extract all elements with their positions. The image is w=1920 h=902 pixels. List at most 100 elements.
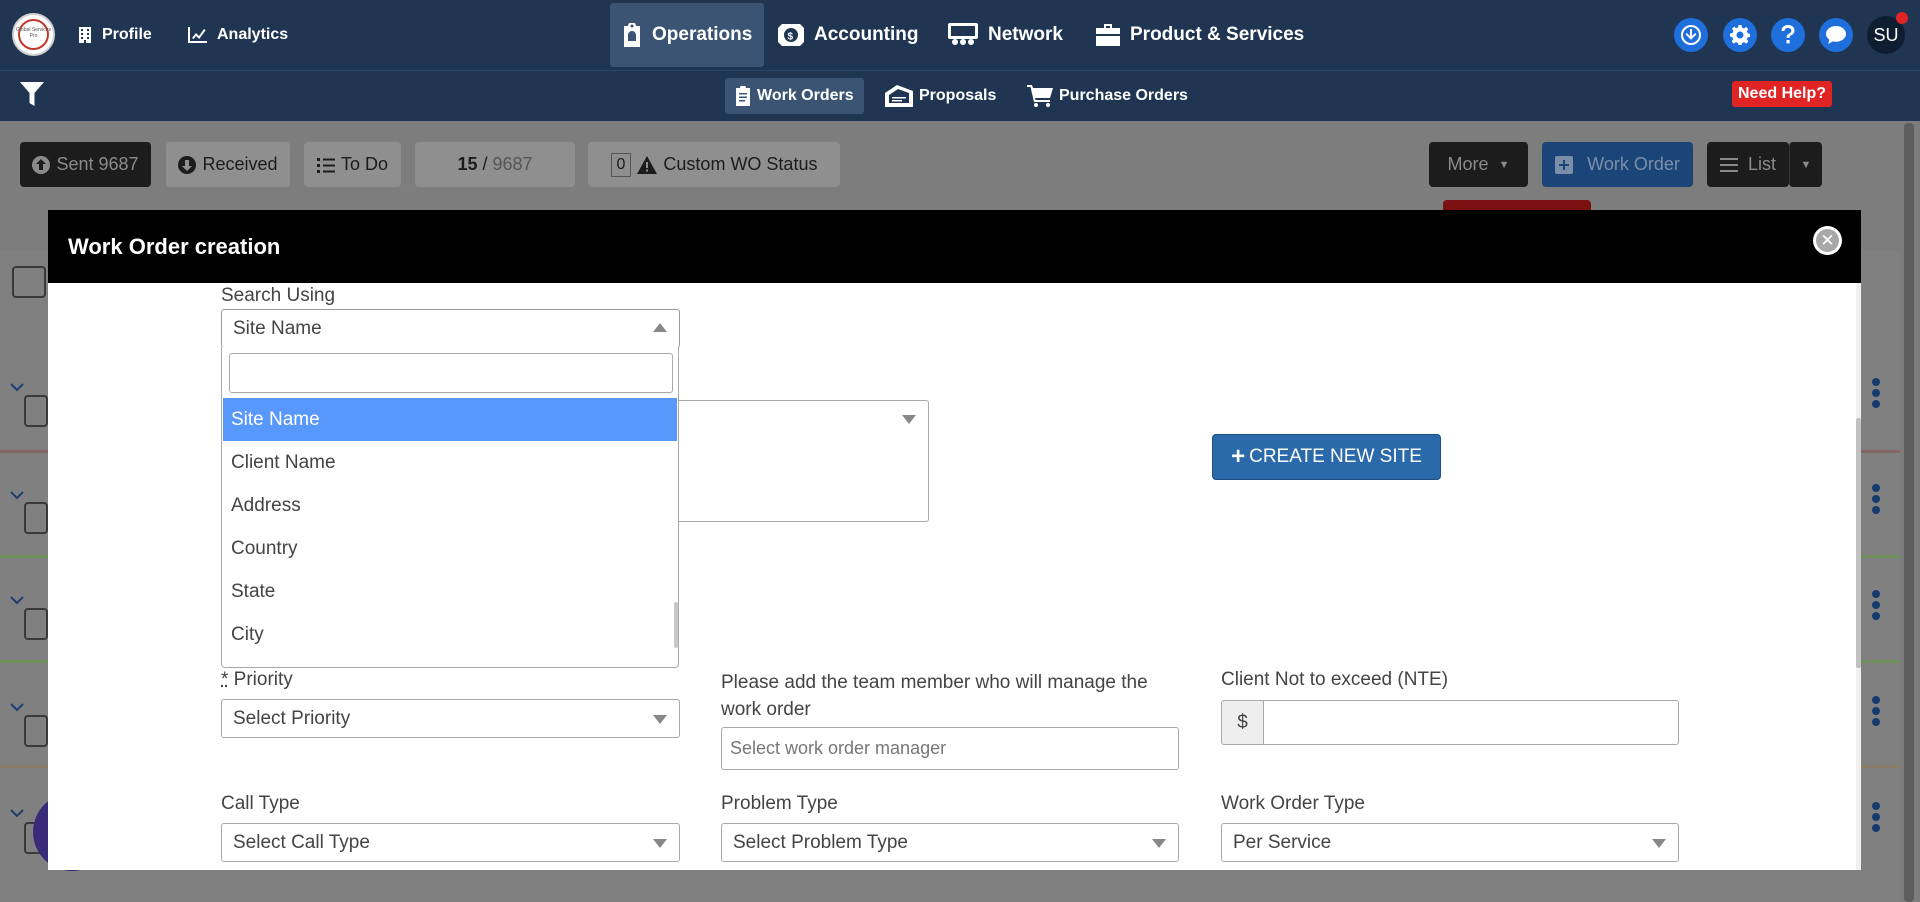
nav-profile[interactable]: Profile <box>78 0 152 70</box>
create-new-site-button[interactable]: + CREATE NEW SITE <box>1212 434 1441 480</box>
list-view-caret[interactable]: ▼ <box>1789 142 1822 187</box>
problem-type-label: Problem Type <box>721 793 838 814</box>
row-checkbox[interactable] <box>24 395 48 427</box>
search-using-select[interactable]: Site Name <box>221 309 680 348</box>
modal-title: Work Order creation <box>68 234 281 259</box>
work-order-clipboard-icon <box>736 86 750 106</box>
call-type-label: Call Type <box>221 793 300 814</box>
priority-select[interactable]: Select Priority <box>221 699 680 738</box>
chat-bubble-icon <box>1826 26 1846 44</box>
close-icon: ✕ <box>1816 229 1839 252</box>
download-icon <box>1681 25 1701 45</box>
priority-label: * Priority <box>221 669 293 690</box>
top-nav-bar: Global Services Pro Profile Analytics Op… <box>0 0 1920 70</box>
row-actions-icon[interactable] <box>1872 378 1880 411</box>
work-order-creation-modal: Work Order creation ✕ Search Using Site … <box>48 210 1861 870</box>
nte-label: Client Not to exceed (NTE) <box>1221 669 1449 690</box>
dropdown-option-city[interactable]: City <box>223 613 677 656</box>
briefcase-icon <box>1096 24 1120 46</box>
question-icon <box>1781 25 1795 44</box>
received-filter-button[interactable]: Received <box>166 142 290 187</box>
modal-header: Work Order creation ✕ <box>48 210 1861 283</box>
sent-filter-button[interactable]: Sent 9687 <box>20 142 151 187</box>
chevron-down-icon[interactable] <box>10 488 24 502</box>
dropdown-option-site-name[interactable]: Site Name <box>223 398 677 441</box>
nte-input[interactable] <box>1263 700 1679 745</box>
row-actions-icon[interactable] <box>1872 484 1880 517</box>
chevron-down-icon[interactable] <box>10 593 24 607</box>
caret-down-icon <box>1152 839 1166 848</box>
gear-icon <box>1730 25 1750 45</box>
custom-wo-status-button[interactable]: 0 Custom WO Status <box>588 142 840 187</box>
modal-close-button[interactable]: ✕ <box>1813 226 1842 255</box>
network-icon <box>948 23 978 45</box>
search-using-dropdown: Site Name Client Name Address Country St… <box>221 347 679 668</box>
work-order-type-label: Work Order Type <box>1221 793 1365 814</box>
nav-accounting[interactable]: $ Accounting <box>778 0 919 70</box>
settings-button[interactable] <box>1723 18 1757 52</box>
company-logo[interactable]: Global Services Pro <box>12 13 55 56</box>
need-help-button[interactable]: Need Help? <box>1732 81 1833 107</box>
work-order-type-select[interactable]: Per Service <box>1221 823 1679 862</box>
more-dropdown-button[interactable]: More ▼ <box>1429 142 1528 187</box>
caret-down-icon: ▼ <box>1800 158 1812 171</box>
nav-network[interactable]: Network <box>948 0 1063 70</box>
dropdown-option-address[interactable]: Address <box>223 484 677 527</box>
row-actions-icon[interactable] <box>1872 590 1880 623</box>
dropdown-option-client-name[interactable]: Client Name <box>223 441 677 484</box>
proposal-icon <box>885 85 913 107</box>
list-icon <box>1719 157 1738 172</box>
caret-down-icon <box>653 715 667 724</box>
help-button[interactable] <box>1771 18 1805 52</box>
subnav-work-orders[interactable]: Work Orders <box>725 78 864 114</box>
caret-down-icon <box>902 415 916 424</box>
dropdown-search-input[interactable] <box>229 353 673 393</box>
notification-dot <box>1896 12 1908 24</box>
new-work-order-button[interactable]: Work Order <box>1542 142 1693 187</box>
filter-icon[interactable] <box>20 82 44 106</box>
caret-down-icon <box>653 839 667 848</box>
nav-product-services[interactable]: Product & Services <box>1096 0 1304 70</box>
manager-label: Please add the team member who will mana… <box>721 672 1148 720</box>
work-order-manager-input[interactable]: Select work order manager <box>721 727 1179 770</box>
caret-up-icon <box>653 323 667 332</box>
currency-addon: $ <box>1221 700 1264 745</box>
nav-analytics[interactable]: Analytics <box>187 0 288 70</box>
problem-type-select[interactable]: Select Problem Type <box>721 823 1179 862</box>
clipboard-icon <box>624 23 640 47</box>
chevron-down-icon[interactable] <box>10 806 24 820</box>
plus-square-icon <box>1555 155 1574 174</box>
chat-button[interactable] <box>1819 18 1853 52</box>
chevron-down-icon[interactable] <box>10 380 24 394</box>
svg-text:$: $ <box>788 32 794 43</box>
dropdown-option-country[interactable]: Country <box>223 527 677 570</box>
row-checkbox[interactable] <box>24 608 48 640</box>
page-scrollbar[interactable] <box>1900 121 1920 902</box>
nav-operations[interactable]: Operations <box>610 3 765 67</box>
dropdown-option-state[interactable]: State <box>223 570 677 613</box>
modal-scrollbar[interactable] <box>1856 283 1861 870</box>
site-search-select[interactable] <box>676 400 929 522</box>
caret-down-icon: ▼ <box>1498 158 1510 171</box>
subnav-purchase-orders[interactable]: Purchase Orders <box>1017 78 1198 114</box>
building-icon <box>79 27 91 43</box>
checklist-icon <box>316 157 335 173</box>
row-actions-icon[interactable] <box>1872 802 1880 835</box>
select-all-checkbox[interactable] <box>12 266 46 298</box>
dropdown-scrollbar[interactable] <box>674 602 678 648</box>
search-using-label: Search Using <box>221 285 336 306</box>
row-checkbox[interactable] <box>24 502 48 534</box>
line-chart-icon <box>188 27 207 43</box>
shopping-cart-icon <box>1027 85 1053 107</box>
download-button[interactable] <box>1674 18 1708 52</box>
row-checkbox[interactable] <box>24 715 48 747</box>
arrow-down-circle-icon <box>178 155 197 174</box>
call-type-select[interactable]: Select Call Type <box>221 823 680 862</box>
todo-filter-button[interactable]: To Do <box>304 142 401 187</box>
chevron-down-icon[interactable] <box>10 700 24 714</box>
row-actions-icon[interactable] <box>1872 696 1880 729</box>
pagination-indicator: 15 / 9687 <box>415 142 575 187</box>
warning-icon <box>637 155 658 174</box>
list-view-button[interactable]: List <box>1707 142 1789 187</box>
subnav-proposals[interactable]: Proposals <box>875 78 1006 114</box>
